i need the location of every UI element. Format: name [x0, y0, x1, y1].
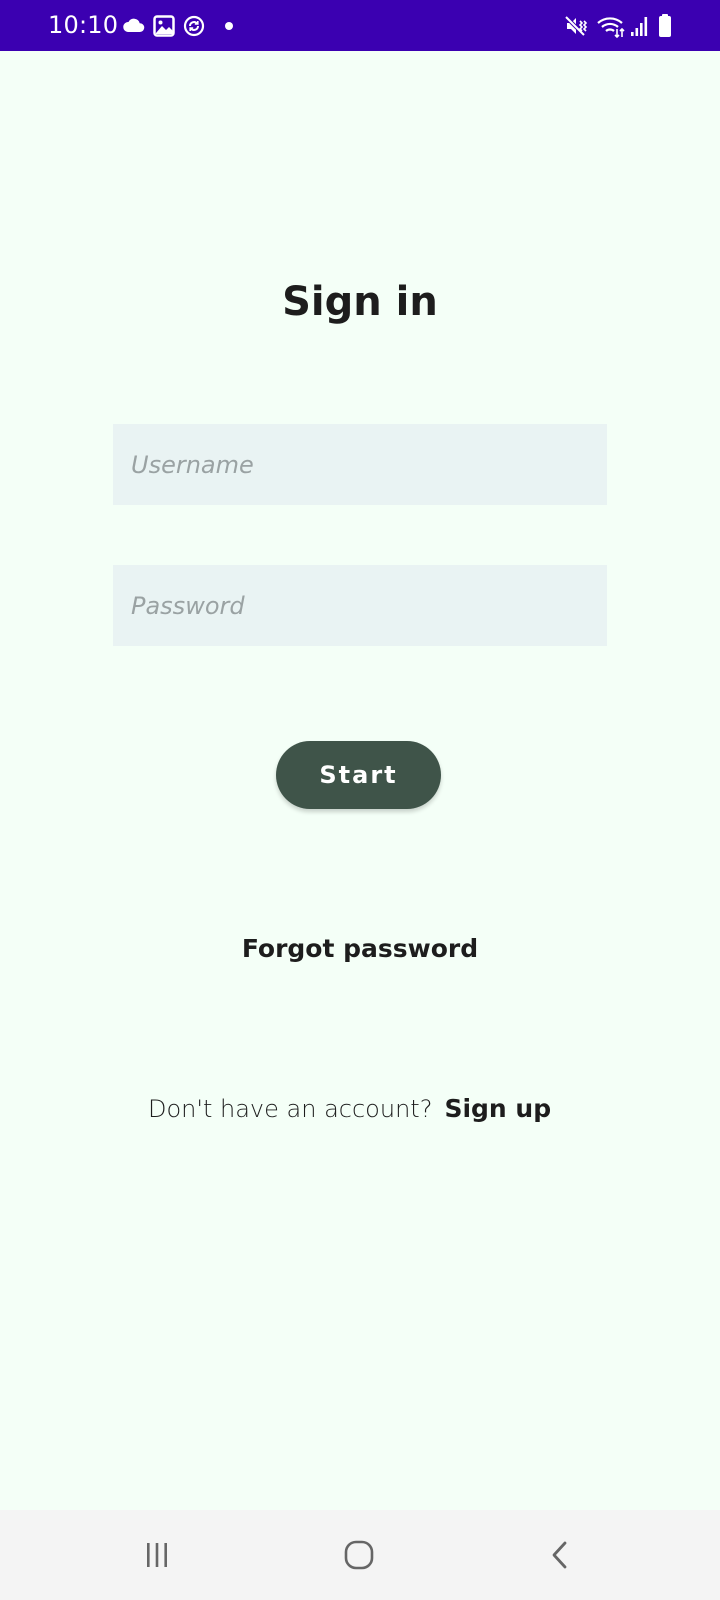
back-button[interactable]	[531, 1530, 591, 1580]
username-input[interactable]	[113, 424, 607, 505]
home-button[interactable]	[329, 1530, 389, 1580]
back-icon	[552, 1541, 567, 1569]
start-button[interactable]: Start	[276, 741, 441, 809]
password-input[interactable]	[113, 565, 607, 646]
cloud-icon	[123, 18, 145, 32]
signup-row: Don't have an account? Sign up	[148, 1089, 588, 1129]
notification-dot	[225, 22, 233, 30]
recents-button[interactable]	[127, 1530, 187, 1580]
signup-prompt: Don't have an account?	[148, 1095, 433, 1123]
gallery-icon	[153, 15, 175, 37]
battery-icon	[659, 14, 671, 37]
home-icon	[344, 1540, 374, 1570]
signup-link[interactable]: Sign up	[444, 1094, 551, 1123]
page-title: Sign in	[282, 279, 438, 325]
status-time: 10:10	[48, 11, 119, 39]
recents-icon	[147, 1543, 167, 1567]
signal-icon	[631, 17, 648, 36]
sync-icon	[183, 15, 205, 37]
mute-vibrate-icon	[564, 15, 588, 37]
forgot-password-link[interactable]: Forgot password	[0, 931, 720, 967]
wifi-icon	[597, 17, 625, 39]
status-bar: 10:10	[0, 0, 720, 51]
navigation-bar	[0, 1510, 720, 1600]
